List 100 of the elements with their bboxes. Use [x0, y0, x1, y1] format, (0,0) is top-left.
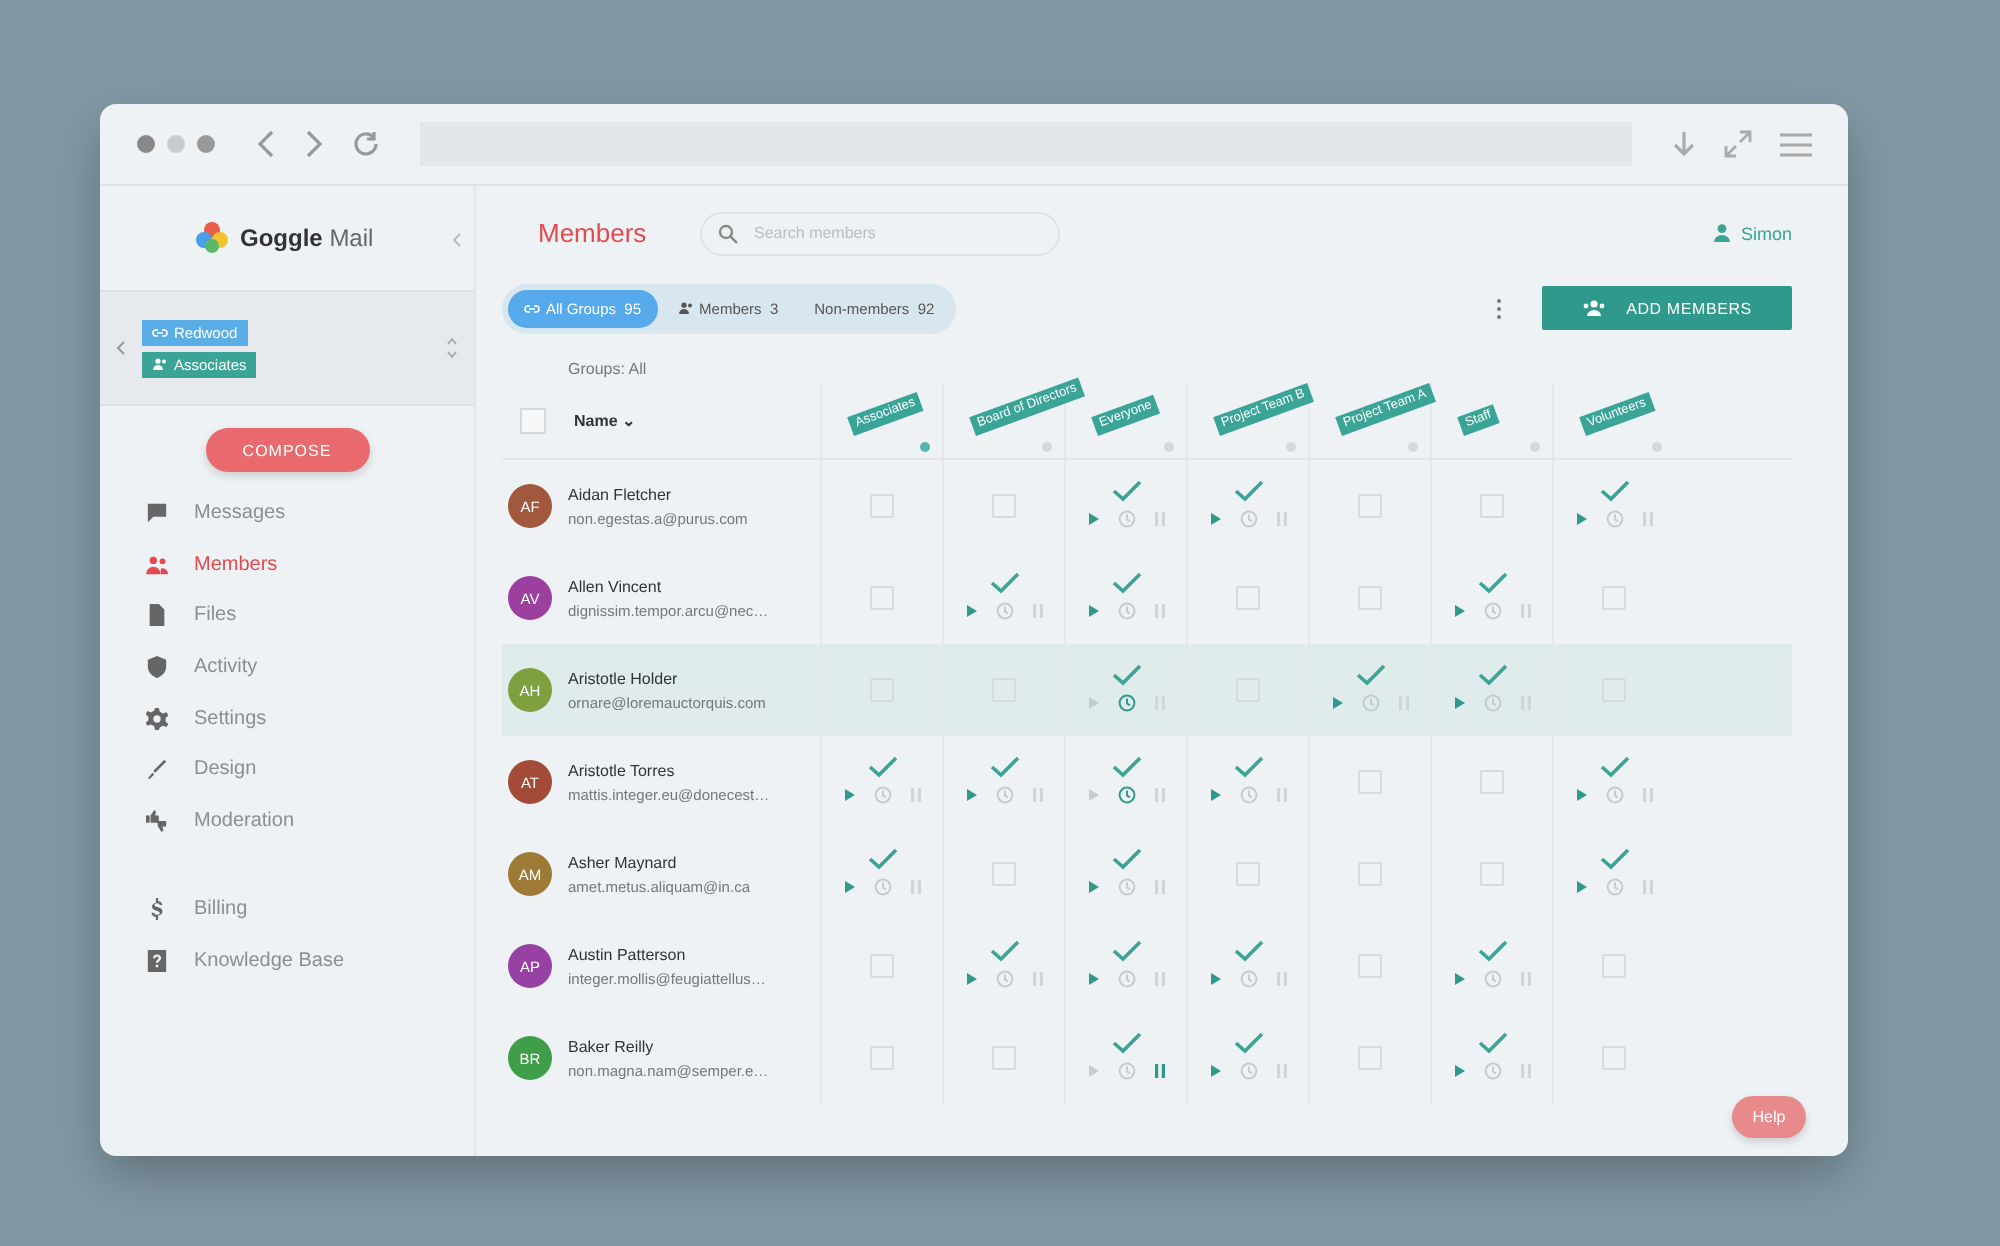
- group-checkbox[interactable]: [1602, 1046, 1626, 1070]
- play-icon[interactable]: [965, 603, 977, 617]
- play-icon[interactable]: [1453, 971, 1465, 985]
- play-icon[interactable]: [1453, 695, 1465, 709]
- check-icon[interactable]: [1355, 663, 1385, 685]
- nav-item[interactable]: Design: [146, 743, 474, 796]
- check-icon[interactable]: [989, 939, 1019, 961]
- pause-icon[interactable]: [1275, 1063, 1287, 1077]
- check-icon[interactable]: [1477, 939, 1507, 961]
- clock-icon[interactable]: [995, 969, 1013, 987]
- download-icon[interactable]: [1672, 130, 1696, 158]
- check-icon[interactable]: [1233, 755, 1263, 777]
- group-checkbox[interactable]: [1358, 1046, 1382, 1070]
- nav-item[interactable]: Members: [146, 539, 474, 591]
- pause-icon[interactable]: [1519, 603, 1531, 617]
- group-checkbox[interactable]: [870, 586, 894, 610]
- play-icon[interactable]: [1209, 971, 1221, 985]
- group-checkbox[interactable]: [992, 1046, 1016, 1070]
- pause-icon[interactable]: [1519, 971, 1531, 985]
- column-select-dot[interactable]: [1530, 442, 1540, 452]
- clock-icon[interactable]: [873, 877, 891, 895]
- pause-icon[interactable]: [909, 787, 921, 801]
- check-icon[interactable]: [867, 847, 897, 869]
- group-checkbox[interactable]: [992, 862, 1016, 886]
- clock-icon[interactable]: [1117, 509, 1135, 527]
- play-icon[interactable]: [1575, 787, 1587, 801]
- compose-button[interactable]: COMPOSE: [205, 428, 369, 472]
- play-icon[interactable]: [1209, 511, 1221, 525]
- check-icon[interactable]: [1111, 939, 1141, 961]
- check-icon[interactable]: [1233, 479, 1263, 501]
- pause-icon[interactable]: [1153, 1063, 1165, 1077]
- clock-icon[interactable]: [1239, 969, 1257, 987]
- play-icon[interactable]: [1087, 787, 1099, 801]
- check-icon[interactable]: [1111, 479, 1141, 501]
- clock-icon[interactable]: [1117, 969, 1135, 987]
- pause-icon[interactable]: [1641, 879, 1653, 893]
- check-icon[interactable]: [1233, 1031, 1263, 1053]
- play-icon[interactable]: [1331, 695, 1343, 709]
- nav-item[interactable]: Messages: [146, 488, 474, 540]
- column-select-dot[interactable]: [1164, 442, 1174, 452]
- clock-icon[interactable]: [1117, 785, 1135, 803]
- check-icon[interactable]: [1477, 1031, 1507, 1053]
- column-select-dot[interactable]: [1286, 442, 1296, 452]
- clock-icon[interactable]: [1117, 877, 1135, 895]
- clock-icon[interactable]: [1117, 601, 1135, 619]
- check-icon[interactable]: [1477, 663, 1507, 685]
- play-icon[interactable]: [1453, 1063, 1465, 1077]
- sort-icon[interactable]: [446, 336, 458, 360]
- play-icon[interactable]: [1087, 879, 1099, 893]
- play-icon[interactable]: [1209, 1063, 1221, 1077]
- clock-icon[interactable]: [995, 785, 1013, 803]
- nav-item[interactable]: Billing: [146, 884, 474, 936]
- clock-icon[interactable]: [995, 601, 1013, 619]
- play-icon[interactable]: [1575, 511, 1587, 525]
- chevron-left-icon[interactable]: [116, 340, 126, 356]
- menu-icon[interactable]: [1780, 131, 1812, 157]
- expand-icon[interactable]: [1724, 130, 1752, 158]
- pause-icon[interactable]: [1153, 787, 1165, 801]
- clock-icon[interactable]: [1605, 877, 1623, 895]
- pause-icon[interactable]: [1153, 511, 1165, 525]
- nav-item[interactable]: Activity: [146, 641, 474, 693]
- pause-icon[interactable]: [1153, 971, 1165, 985]
- more-options-icon[interactable]: [1496, 297, 1502, 319]
- group-checkbox[interactable]: [1358, 586, 1382, 610]
- column-select-dot[interactable]: [1042, 442, 1052, 452]
- check-icon[interactable]: [1111, 571, 1141, 593]
- check-icon[interactable]: [1111, 847, 1141, 869]
- clock-icon[interactable]: [1117, 693, 1135, 711]
- pause-icon[interactable]: [1519, 1063, 1531, 1077]
- check-icon[interactable]: [1599, 847, 1629, 869]
- window-controls-icon[interactable]: [136, 134, 220, 154]
- column-select-dot[interactable]: [1652, 442, 1662, 452]
- check-icon[interactable]: [1111, 663, 1141, 685]
- pause-icon[interactable]: [1641, 787, 1653, 801]
- pause-icon[interactable]: [1031, 971, 1043, 985]
- nav-item[interactable]: Moderation: [146, 795, 474, 847]
- help-button[interactable]: Help: [1732, 1096, 1806, 1138]
- group-checkbox[interactable]: [870, 1046, 894, 1070]
- group-checkbox[interactable]: [1236, 862, 1260, 886]
- user-link[interactable]: Simon: [1714, 223, 1792, 243]
- check-icon[interactable]: [1111, 1031, 1141, 1053]
- group-checkbox[interactable]: [992, 494, 1016, 518]
- group-checkbox[interactable]: [1358, 494, 1382, 518]
- group-checkbox[interactable]: [1358, 862, 1382, 886]
- pause-icon[interactable]: [1275, 787, 1287, 801]
- play-icon[interactable]: [965, 971, 977, 985]
- clock-icon[interactable]: [1483, 1061, 1501, 1079]
- clock-icon[interactable]: [1239, 1061, 1257, 1079]
- clock-icon[interactable]: [1239, 785, 1257, 803]
- play-icon[interactable]: [965, 787, 977, 801]
- play-icon[interactable]: [1575, 879, 1587, 893]
- check-icon[interactable]: [1233, 939, 1263, 961]
- group-checkbox[interactable]: [870, 954, 894, 978]
- play-icon[interactable]: [1087, 1063, 1099, 1077]
- pause-icon[interactable]: [1275, 971, 1287, 985]
- clock-icon[interactable]: [1483, 693, 1501, 711]
- group-checkbox[interactable]: [1480, 494, 1504, 518]
- back-icon[interactable]: [256, 130, 276, 158]
- pause-icon[interactable]: [1275, 511, 1287, 525]
- nav-item[interactable]: Knowledge Base: [146, 935, 474, 987]
